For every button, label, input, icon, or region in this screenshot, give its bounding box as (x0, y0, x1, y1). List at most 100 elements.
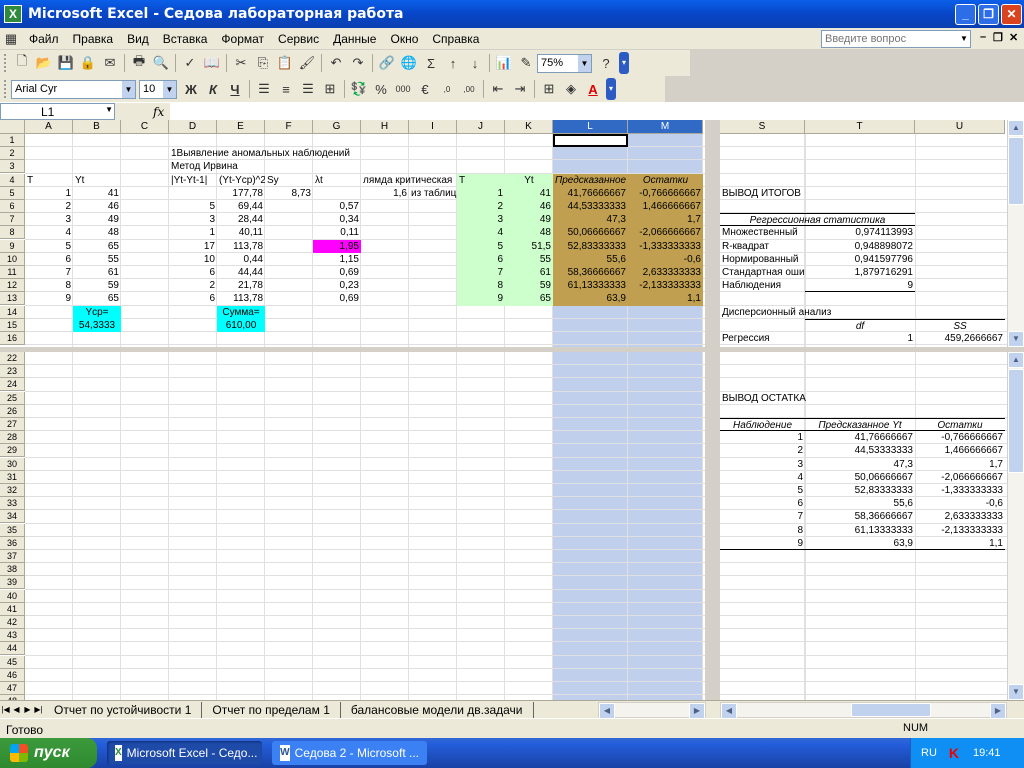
sheet-tab[interactable]: балансовые модели дв.задачи (340, 701, 534, 718)
help-icon[interactable]: ? (595, 52, 617, 74)
taskbar-item-excel[interactable]: X Microsoft Excel - Седо... (107, 741, 262, 765)
scroll-down-icon[interactable]: ▼ (1008, 684, 1024, 700)
decrease-decimal-icon[interactable]: ,00 (458, 78, 480, 100)
row-header[interactable]: 8 (0, 226, 25, 240)
cell[interactable]: T (457, 174, 505, 187)
hyperlink-icon[interactable]: 🔗 (376, 52, 398, 74)
cell[interactable]: -0,766666667 (915, 431, 1005, 444)
cell[interactable]: 2,633333333 (628, 266, 703, 279)
cell[interactable]: 65 (505, 292, 553, 305)
row-header[interactable]: 2 (0, 147, 25, 161)
sort-desc-icon[interactable]: ↓ (464, 52, 486, 74)
autosum-icon[interactable]: Σ (420, 52, 442, 74)
cell[interactable]: 41 (505, 187, 553, 200)
toolbar-options-icon[interactable]: ▾ (606, 78, 616, 100)
row-header[interactable]: 3 (0, 160, 25, 174)
row-header[interactable]: 16 (0, 332, 25, 345)
cell[interactable]: 113,78 (217, 292, 265, 305)
row-header[interactable]: 32 (0, 484, 25, 497)
cell[interactable]: 2 (25, 200, 73, 213)
cell[interactable]: 0,57 (313, 200, 361, 213)
cell[interactable]: 113,78 (217, 240, 265, 253)
cell[interactable] (313, 187, 361, 200)
cell[interactable]: 0,11 (313, 226, 361, 239)
cell[interactable]: 4 (25, 226, 73, 239)
cell[interactable]: 41,76666667 (553, 187, 628, 200)
pane-split-horizontal[interactable] (0, 347, 1024, 352)
row-header[interactable]: 1 (0, 134, 25, 147)
cell[interactable]: 61 (73, 266, 121, 279)
cell[interactable]: 55,6 (553, 253, 628, 266)
first-sheet-icon[interactable]: |◀ (0, 705, 11, 714)
scroll-left-icon[interactable]: ◀ (721, 703, 737, 719)
globe-icon[interactable]: 🌐 (398, 52, 420, 74)
row-header[interactable]: 27 (0, 418, 25, 431)
cell[interactable]: 58,36666667 (805, 510, 915, 523)
cell[interactable]: Yср= (73, 305, 121, 319)
underline-button[interactable]: Ч (224, 78, 246, 100)
row-header[interactable]: 30 (0, 457, 25, 471)
row-header[interactable]: 7 (0, 213, 25, 227)
cell[interactable]: 59 (505, 279, 553, 292)
cell[interactable]: 8 (25, 279, 73, 292)
cell[interactable]: ВЫВОД ОСТАТКА (720, 392, 830, 405)
cell[interactable]: |Yt-Yt-1| (169, 174, 217, 187)
cell[interactable]: (Yt-Yср)^2 (217, 174, 265, 187)
cell[interactable]: 8 (457, 279, 505, 292)
cell[interactable]: 50,06666667 (553, 226, 628, 239)
row-header[interactable]: 23 (0, 365, 25, 379)
vertical-scrollbar[interactable]: ▲ ▼ (1007, 120, 1024, 347)
cell[interactable]: 44,53333333 (553, 200, 628, 213)
column-header[interactable]: G (313, 120, 361, 134)
function-icon[interactable]: fx (153, 105, 164, 119)
antivirus-icon[interactable]: K (949, 745, 959, 761)
row-header[interactable]: 6 (0, 200, 25, 213)
cell[interactable]: Предсказанное Yt (805, 418, 915, 431)
decrease-indent-icon[interactable]: ⇤ (487, 78, 509, 100)
column-header[interactable]: S (720, 120, 805, 134)
cell[interactable]: 0,23 (313, 279, 361, 292)
row-header[interactable]: 22 (0, 352, 25, 365)
zoom-dropdown-icon[interactable]: ▼ (578, 54, 591, 72)
cell[interactable]: 0,974113993 (805, 226, 915, 239)
cell[interactable]: 55 (505, 253, 553, 266)
drawing-icon[interactable]: ✎ (515, 52, 537, 74)
row-header[interactable]: 44 (0, 642, 25, 656)
vertical-scrollbar[interactable]: ▲ ▼ (1007, 352, 1024, 700)
row-header[interactable]: 11 (0, 266, 25, 279)
row-header[interactable]: 41 (0, 602, 25, 616)
cell[interactable]: 1,466666667 (628, 200, 703, 213)
column-header[interactable]: L (553, 120, 628, 134)
cell[interactable]: 1,879716291 (805, 266, 915, 279)
cell[interactable]: 9 (805, 279, 915, 293)
right-pane[interactable]: ВЫВОД ИТОГОВ Регрессионная статистика Множ… (720, 134, 1007, 347)
cell[interactable]: Регрессионная статистика (720, 213, 915, 227)
cell[interactable]: 48 (73, 226, 121, 239)
column-header[interactable]: M (628, 120, 703, 134)
column-header[interactable]: T (805, 120, 915, 134)
cell[interactable]: 1,95 (313, 239, 361, 253)
cell[interactable]: 41,76666667 (805, 431, 915, 444)
cell[interactable]: 2 (720, 444, 805, 457)
row-header[interactable]: 38 (0, 563, 25, 577)
cell[interactable]: 17 (169, 240, 217, 253)
menu-window[interactable]: Окно (383, 32, 425, 46)
spreadsheet-grid[interactable]: A B C D E F G H I J K L M S T U 1 2 3 4 5 6 7 8 9 10 11 12 13 14 15 16 1… (0, 120, 1024, 700)
row-header[interactable]: 26 (0, 404, 25, 418)
font-color-icon[interactable]: A (582, 78, 604, 100)
cell[interactable]: ВЫВОД ИТОГОВ (720, 187, 830, 200)
cell[interactable]: Нормированный (720, 253, 805, 266)
taskbar-item-word[interactable]: W Седова 2 - Microsoft ... (272, 741, 427, 765)
menu-tools[interactable]: Сервис (271, 32, 326, 46)
menu-data[interactable]: Данные (326, 32, 383, 46)
column-header[interactable]: K (505, 120, 553, 134)
doc-restore-icon[interactable]: ❐ (993, 31, 1003, 44)
cell[interactable]: Множественный (720, 226, 805, 239)
row-header[interactable]: 9 (0, 239, 25, 253)
menu-format[interactable]: Формат (214, 32, 271, 46)
cell[interactable]: Yt (73, 174, 121, 187)
cell[interactable]: Остатки (628, 174, 703, 187)
format-painter-icon[interactable]: 🖌 (296, 52, 318, 74)
cell[interactable]: 2,633333333 (915, 510, 1005, 523)
thousands-icon[interactable]: 000 (392, 78, 414, 100)
